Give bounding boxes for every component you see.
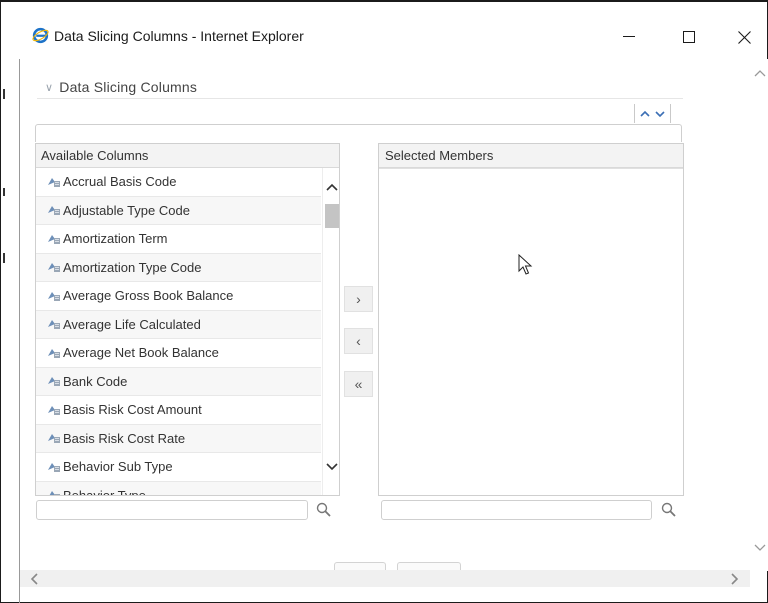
mouse-pointer-icon xyxy=(518,254,533,275)
maximize-icon xyxy=(683,31,695,43)
available-search-input[interactable] xyxy=(36,500,308,520)
column-name: Behavior Type xyxy=(63,487,146,496)
expand-collapse-control xyxy=(634,104,671,123)
column-icon xyxy=(48,377,60,387)
frame-left-edge xyxy=(19,59,20,603)
chevron-down-icon[interactable] xyxy=(655,109,665,119)
move-right-button[interactable]: › xyxy=(344,286,373,312)
section-divider xyxy=(37,98,683,99)
column-name: Bank Code xyxy=(63,373,128,389)
list-item[interactable]: Bank Code xyxy=(36,367,321,396)
horizontal-scrollbar[interactable] xyxy=(20,570,750,587)
title-bar: Data Slicing Columns - Internet Explorer xyxy=(1,19,767,55)
selected-search-input[interactable] xyxy=(381,500,652,520)
window-title: Data Slicing Columns - Internet Explorer xyxy=(54,28,304,44)
column-icon xyxy=(48,320,60,330)
column-icon xyxy=(48,177,60,187)
list-item[interactable]: Amortization Type Code xyxy=(36,253,321,282)
list-scrollbar[interactable] xyxy=(322,168,339,495)
selected-members-header: Selected Members xyxy=(379,144,683,168)
edge-mark xyxy=(3,89,5,99)
list-item[interactable]: Behavior Type xyxy=(36,481,321,496)
column-name: Amortization Term xyxy=(63,231,168,247)
available-columns-list: Accrual Basis Code Adjustable Type Code Am… xyxy=(36,168,321,496)
column-icon xyxy=(48,206,60,216)
section-header[interactable]: ∨ Data Slicing Columns xyxy=(45,79,197,95)
chevron-down-icon: ∨ xyxy=(45,82,54,94)
column-name: Basis Risk Cost Amount xyxy=(63,402,202,418)
list-item[interactable]: Average Net Book Balance xyxy=(36,339,321,368)
list-item[interactable]: Average Life Calculated xyxy=(36,310,321,339)
scrollbar-thumb[interactable] xyxy=(325,204,339,228)
selected-members-list[interactable] xyxy=(379,168,683,495)
browser-popup-window: Data Slicing Columns - Internet Explorer… xyxy=(0,0,768,603)
column-name: Basis Risk Cost Rate xyxy=(63,430,186,446)
scroll-up-icon[interactable] xyxy=(754,69,766,78)
column-name: Average Life Calculated xyxy=(63,316,201,332)
dialog-button[interactable] xyxy=(334,562,386,570)
move-all-left-button[interactable]: « xyxy=(344,371,373,397)
search-icon[interactable] xyxy=(660,501,678,519)
column-name: Average Net Book Balance xyxy=(63,345,219,361)
dialog-button[interactable] xyxy=(397,562,461,570)
column-icon xyxy=(49,491,60,495)
selected-members-panel: Selected Members xyxy=(378,143,684,496)
list-item[interactable]: Behavior Sub Type xyxy=(36,453,321,482)
column-icon xyxy=(48,291,60,301)
column-icon xyxy=(48,434,60,444)
list-item[interactable]: Amortization Term xyxy=(36,225,321,254)
list-item[interactable]: Accrual Basis Code xyxy=(36,168,321,197)
section-title: Data Slicing Columns xyxy=(59,79,198,95)
maximize-button[interactable] xyxy=(674,23,704,51)
available-columns-header: Available Columns xyxy=(36,144,339,168)
scroll-left-icon[interactable] xyxy=(30,573,39,585)
column-name: Adjustable Type Code xyxy=(63,202,190,218)
column-name: Behavior Sub Type xyxy=(63,459,173,475)
column-name: Amortization Type Code xyxy=(63,259,202,275)
column-icon xyxy=(48,405,60,415)
scroll-down-icon[interactable] xyxy=(754,543,766,552)
shuttle-toolbar xyxy=(35,124,682,142)
column-icon xyxy=(48,263,60,273)
move-all-left-icon: « xyxy=(354,376,363,392)
edge-mark xyxy=(3,253,5,263)
column-icon xyxy=(48,234,60,244)
internet-explorer-icon xyxy=(32,27,49,44)
move-right-icon: › xyxy=(356,291,361,307)
scroll-down-icon[interactable] xyxy=(326,462,338,471)
column-name: Average Gross Book Balance xyxy=(63,288,234,304)
close-icon xyxy=(737,30,751,44)
scroll-up-icon[interactable] xyxy=(326,183,338,192)
list-item[interactable]: Adjustable Type Code xyxy=(36,196,321,225)
top-border xyxy=(1,1,768,2)
vertical-scrollbar[interactable] xyxy=(750,59,768,571)
minimize-button[interactable] xyxy=(614,23,644,51)
column-icon xyxy=(48,462,60,472)
edge-mark xyxy=(3,188,5,196)
chevron-up-icon[interactable] xyxy=(640,109,650,119)
column-name: Accrual Basis Code xyxy=(63,174,177,190)
available-columns-panel: Available Columns Accrual Basis Code Adju… xyxy=(35,143,340,496)
move-left-icon: ‹ xyxy=(356,333,361,349)
list-item[interactable]: Basis Risk Cost Amount xyxy=(36,396,321,425)
column-icon xyxy=(48,348,60,358)
list-item[interactable]: Basis Risk Cost Rate xyxy=(36,424,321,453)
list-item[interactable]: Average Gross Book Balance xyxy=(36,282,321,311)
minimize-icon xyxy=(623,36,635,37)
close-button[interactable] xyxy=(729,23,759,51)
move-left-button[interactable]: ‹ xyxy=(344,328,373,354)
search-icon[interactable] xyxy=(315,501,333,519)
scroll-right-icon[interactable] xyxy=(730,573,739,585)
